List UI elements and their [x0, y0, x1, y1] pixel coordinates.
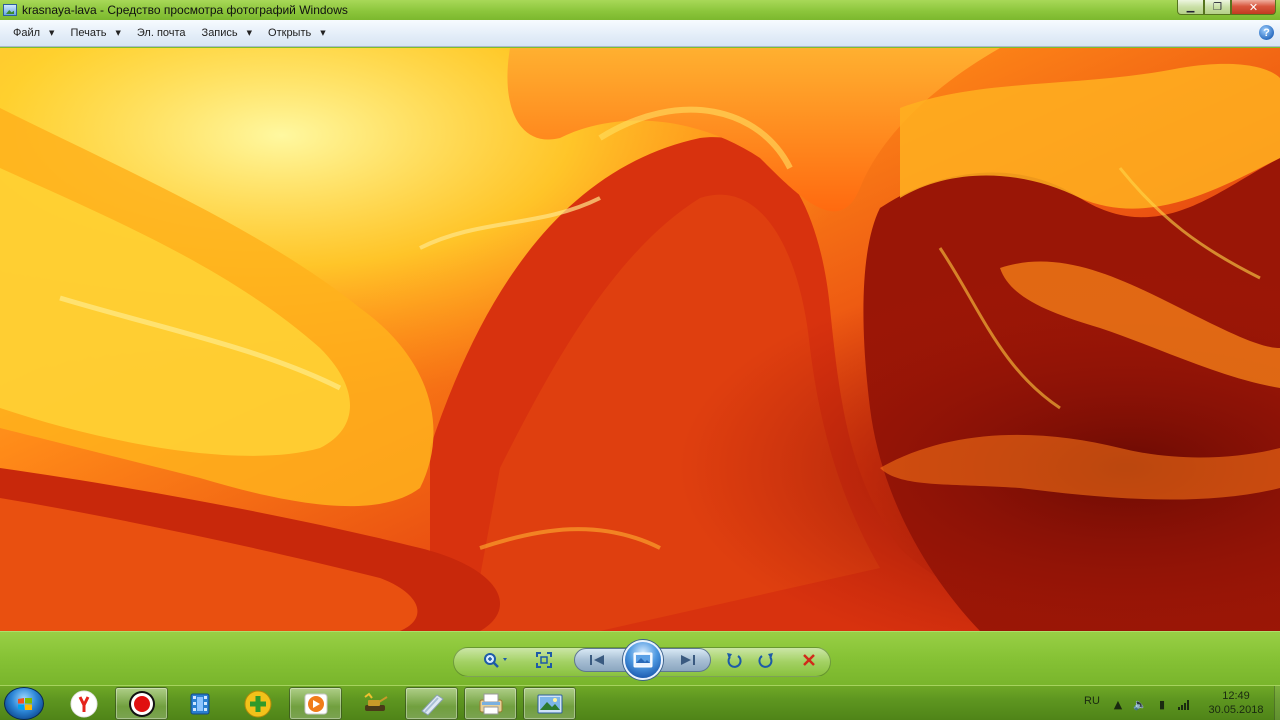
taskbar-video-editor[interactable] [173, 687, 226, 720]
delete-button[interactable] [798, 650, 820, 670]
help-button[interactable]: ? [1259, 25, 1274, 40]
lava-image [0, 48, 1280, 631]
menu-burn-label: Запись [201, 27, 238, 39]
taskbar-plus-app[interactable] [231, 687, 284, 720]
dropdown-arrow-icon: ▼ [246, 29, 253, 37]
taskbar-media-player[interactable] [289, 687, 342, 720]
delete-icon [803, 654, 815, 666]
show-hidden-icons-icon[interactable]: ▲ [1111, 697, 1125, 711]
window-controls: ▁ ❐ ✕ [1177, 0, 1276, 15]
menu-print-label: Печать [70, 27, 107, 39]
dropdown-arrow-icon: ▼ [49, 29, 55, 37]
photo-display [0, 48, 1280, 631]
menu-file-label: Файл [13, 27, 41, 39]
clock[interactable]: 12:49 30.05.2018 [1198, 689, 1274, 717]
next-button[interactable] [677, 650, 699, 670]
previous-button[interactable] [586, 650, 608, 670]
zoom-button[interactable] [481, 650, 511, 670]
menu-print[interactable]: Печать ▼ [62, 22, 128, 44]
minimize-icon: ▁ [1186, 1, 1195, 13]
taskbar-recorder[interactable] [115, 687, 168, 720]
video-editor-icon [190, 693, 209, 714]
previous-icon [590, 655, 604, 665]
dropdown-arrow-icon: ▼ [320, 29, 326, 37]
network-icon[interactable] [1177, 697, 1191, 711]
language-indicator[interactable]: RU [1084, 695, 1100, 707]
taskbar-tank-game[interactable] [347, 687, 400, 720]
media-player-icon [304, 693, 327, 714]
clock-time: 12:49 [1222, 690, 1250, 702]
title-bar: krasnaya-lava - Средство просмотра фотог… [0, 0, 1280, 20]
actual-size-button[interactable] [533, 650, 555, 670]
maximize-button[interactable]: ❐ [1204, 0, 1231, 15]
actual-size-icon [536, 652, 552, 668]
slideshow-button[interactable] [623, 640, 663, 680]
menu-email-label: Эл. почта [136, 27, 186, 39]
taskbar: RU ▲ 🔈 ▮ 12:49 30.05.2018 [0, 685, 1280, 720]
network-bars-icon [1178, 700, 1189, 710]
help-icon: ? [1263, 26, 1270, 39]
menu-burn[interactable]: Запись ▼ [194, 22, 260, 44]
taskbar-explorer[interactable] [405, 687, 458, 720]
printer-folder-icon [479, 693, 502, 714]
clock-date: 30.05.2018 [1208, 704, 1264, 716]
window-title: krasnaya-lava - Средство просмотра фотог… [22, 3, 348, 17]
taskbar-printer-folder[interactable] [464, 687, 517, 720]
next-icon [681, 655, 695, 665]
windows-logo-icon [18, 698, 32, 710]
close-button[interactable]: ✕ [1231, 0, 1276, 15]
photo-viewer-app-icon [3, 4, 17, 16]
menu-bar: Файл ▼ Печать ▼ Эл. почта Запись ▼ Откры… [0, 20, 1280, 47]
tank-game-icon [363, 692, 388, 711]
rotate-left-button[interactable] [723, 650, 745, 670]
menu-file[interactable]: Файл ▼ [5, 22, 62, 44]
start-button[interactable] [4, 687, 44, 720]
yandex-browser-icon [70, 690, 97, 717]
rotate-right-icon [758, 653, 773, 668]
plus-app-icon [244, 690, 271, 717]
volume-icon[interactable]: 🔈 [1133, 697, 1147, 711]
zoom-icon [484, 653, 507, 668]
windows-explorer-icon [420, 693, 444, 716]
restore-icon: ❐ [1213, 1, 1222, 13]
rotate-left-icon [727, 653, 742, 668]
menu-email[interactable]: Эл. почта [129, 22, 194, 44]
menu-open-label: Открыть [268, 27, 312, 39]
taskbar-yandex-browser[interactable] [57, 687, 110, 720]
record-icon [128, 690, 155, 717]
power-icon[interactable]: ▮ [1155, 697, 1169, 711]
show-desktop-button[interactable] [1274, 686, 1280, 720]
taskbar-photo-viewer[interactable] [523, 687, 576, 720]
dropdown-arrow-icon: ▼ [115, 29, 121, 37]
minimize-button[interactable]: ▁ [1177, 0, 1204, 15]
photo-viewer-icon [537, 694, 562, 713]
slideshow-icon [633, 652, 653, 668]
menu-open[interactable]: Открыть ▼ [260, 22, 334, 44]
rotate-right-button[interactable] [755, 650, 777, 670]
close-icon: ✕ [1248, 0, 1259, 14]
